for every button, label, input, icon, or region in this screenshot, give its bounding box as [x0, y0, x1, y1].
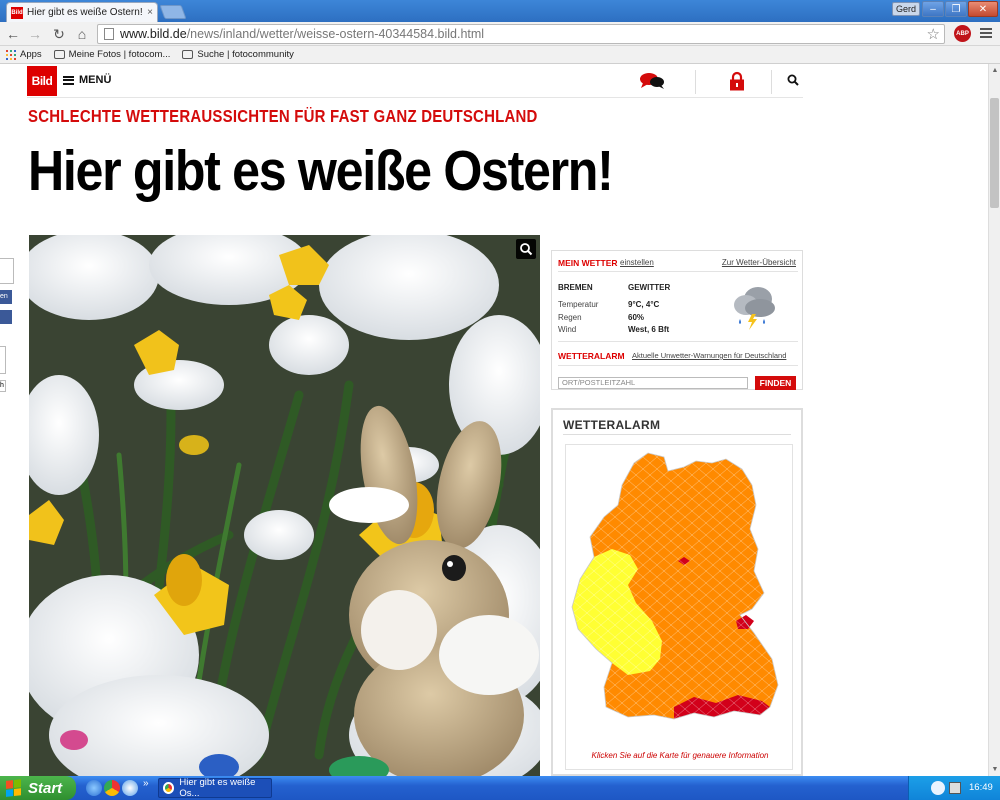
weather-alarm-title: WETTERALARM: [563, 418, 661, 432]
tab-title: Hier gibt es weiße Ostern! So: [27, 7, 144, 18]
thunderstorm-cloud-icon: [734, 287, 775, 330]
bookmark-meine-fotos[interactable]: Meine Fotos | fotocom...: [53, 49, 171, 60]
tray-printer-icon[interactable]: [949, 782, 961, 794]
start-button[interactable]: Start: [0, 776, 76, 800]
taskbar-window-title: Hier gibt es weiße Os...: [179, 777, 256, 799]
camera-icon: [53, 50, 65, 59]
quicklaunch-chrome-icon[interactable]: [104, 780, 120, 796]
system-tray: 16:49: [908, 776, 1000, 800]
maximize-window-icon[interactable]: ❐: [945, 1, 967, 17]
browser-tab[interactable]: Bild Hier gibt es weiße Ostern! So ×: [6, 2, 158, 22]
easter-bunny-snow-photo: [29, 235, 540, 776]
reload-icon[interactable]: ↻: [50, 25, 68, 43]
weather-settings-link[interactable]: einstellen: [620, 258, 654, 267]
weather-alarm-label: WETTERALARM: [558, 351, 625, 361]
bild-logo[interactable]: Bild: [27, 66, 57, 96]
search-icon[interactable]: [787, 74, 799, 86]
rain-value: 60%: [628, 313, 645, 322]
share-count-stub: [0, 346, 6, 374]
quicklaunch-ie-icon[interactable]: [86, 780, 102, 796]
camera-icon: [182, 50, 194, 59]
divider: [558, 341, 798, 342]
address-bar[interactable]: www.bild.de /news/inland/wetter/weisse-o…: [97, 24, 945, 44]
minimize-window-icon[interactable]: –: [922, 1, 944, 17]
browser-menu-icon[interactable]: [980, 26, 992, 40]
rain-label: Regen: [558, 313, 582, 322]
quicklaunch-ie-e-icon[interactable]: [122, 780, 138, 796]
zip-search-input[interactable]: ORT/POSTLEITZAHL: [558, 377, 748, 389]
weather-overview-link[interactable]: Zur Wetter-Übersicht: [722, 258, 796, 267]
adblock-extension-icon[interactable]: ABP: [954, 25, 971, 42]
bookmark-label: Apps: [20, 49, 42, 60]
germany-map-image: [571, 452, 779, 720]
bookmark-suche[interactable]: Suche | fotocommunity: [182, 49, 294, 60]
page-icon: [104, 28, 114, 40]
tab-close-icon[interactable]: ×: [147, 7, 153, 18]
share-box-stub[interactable]: [0, 258, 14, 284]
temperature-label: Temperatur: [558, 300, 599, 309]
bookmarks-bar: Apps Meine Fotos | fotocom... Suche | fo…: [0, 46, 1000, 64]
menu-button[interactable]: MENÜ: [63, 74, 111, 86]
facebook-share-stub[interactable]: en: [0, 290, 12, 304]
windows-flag-icon: [6, 779, 22, 797]
close-window-icon[interactable]: ✕: [968, 1, 998, 17]
facebook-like-stub[interactable]: [0, 310, 12, 324]
hamburger-icon: [63, 75, 74, 85]
start-label: Start: [28, 779, 63, 797]
article-kicker: SCHLECHTE WETTERAUSSICHTEN FÜR FAST GANZ…: [28, 107, 538, 127]
bild-favicon-icon: Bild: [11, 6, 23, 19]
weather-city: BREMEN: [558, 283, 593, 292]
tray-network-icon[interactable]: [931, 781, 945, 795]
bookmark-apps[interactable]: Apps: [6, 49, 42, 60]
home-icon[interactable]: ⌂: [73, 25, 91, 43]
divider: [563, 434, 791, 435]
storm-warnings-link[interactable]: Aktuelle Unwetter-Warnungen für Deutschl…: [632, 351, 786, 360]
clock[interactable]: 16:49: [969, 782, 993, 793]
find-button[interactable]: FINDEN: [755, 376, 796, 390]
wind-value: West, 6 Bft: [628, 325, 670, 334]
profile-user-button[interactable]: Gerd: [892, 2, 920, 16]
divider: [558, 271, 798, 272]
divider: [558, 365, 798, 366]
temperature-value: 9°C, 4°C: [628, 300, 660, 309]
taskbar-chrome-window[interactable]: Hier gibt es weiße Os...: [158, 777, 272, 799]
header-divider: [695, 70, 696, 94]
zoom-image-icon[interactable]: [516, 239, 536, 259]
article-hero-image[interactable]: [29, 235, 540, 776]
bildplus-lock-icon[interactable]: [729, 71, 745, 91]
chat-bubbles-icon[interactable]: [639, 72, 665, 90]
my-weather-title: MEIN WETTER: [558, 258, 618, 268]
new-tab-button[interactable]: [159, 5, 187, 19]
wind-label: Wind: [558, 325, 577, 334]
weather-alarm-box: WETTERALARM Klicken Sie auf die Karte fü…: [551, 408, 803, 776]
bookmark-label: Meine Fotos | fotocom...: [68, 49, 171, 60]
back-icon[interactable]: ←: [4, 25, 22, 43]
scroll-up-icon[interactable]: ▲: [991, 67, 999, 74]
browser-toolbar: ← → ↻ ⌂ www.bild.de /news/inland/wetter/…: [0, 22, 1000, 46]
page-scrollbar[interactable]: ▲ ▼: [988, 64, 1000, 776]
article-headline: Hier gibt es weiße Ostern!: [28, 139, 614, 203]
url-path: /news/inland/wetter/weisse-ostern-403445…: [186, 27, 485, 41]
menu-label: MENÜ: [79, 74, 112, 86]
my-weather-widget: MEIN WETTER einstellen Zur Wetter-Übersi…: [551, 250, 803, 390]
page-viewport: Bild MENÜ SCHLECHTE WETTERAUSSICHTEN FÜR…: [0, 64, 988, 776]
apps-grid-icon: [6, 49, 16, 60]
header-divider: [771, 70, 772, 94]
url-host: www.bild.de: [120, 27, 187, 41]
chrome-icon: [163, 782, 175, 794]
share-label-stub: h: [0, 380, 6, 392]
weather-condition: GEWITTER: [628, 283, 671, 292]
scroll-thumb[interactable]: [990, 98, 999, 208]
forward-icon[interactable]: →: [26, 25, 44, 43]
germany-warning-map[interactable]: Klicken Sie auf die Karte für genauere I…: [565, 444, 793, 770]
quicklaunch-more-icon[interactable]: »: [143, 778, 149, 789]
bookmark-label: Suche | fotocommunity: [197, 49, 294, 60]
site-header: Bild MENÜ: [27, 66, 803, 98]
bookmark-star-icon[interactable]: ☆: [927, 25, 940, 43]
browser-titlebar: Bild Hier gibt es weiße Ostern! So × Ger…: [0, 0, 1000, 22]
map-hint-text: Klicken Sie auf die Karte für genauere I…: [591, 751, 769, 760]
scroll-down-icon[interactable]: ▼: [991, 766, 999, 773]
windows-taskbar: Start » Hier gibt es weiße Os... DE 16:4…: [0, 776, 1000, 800]
